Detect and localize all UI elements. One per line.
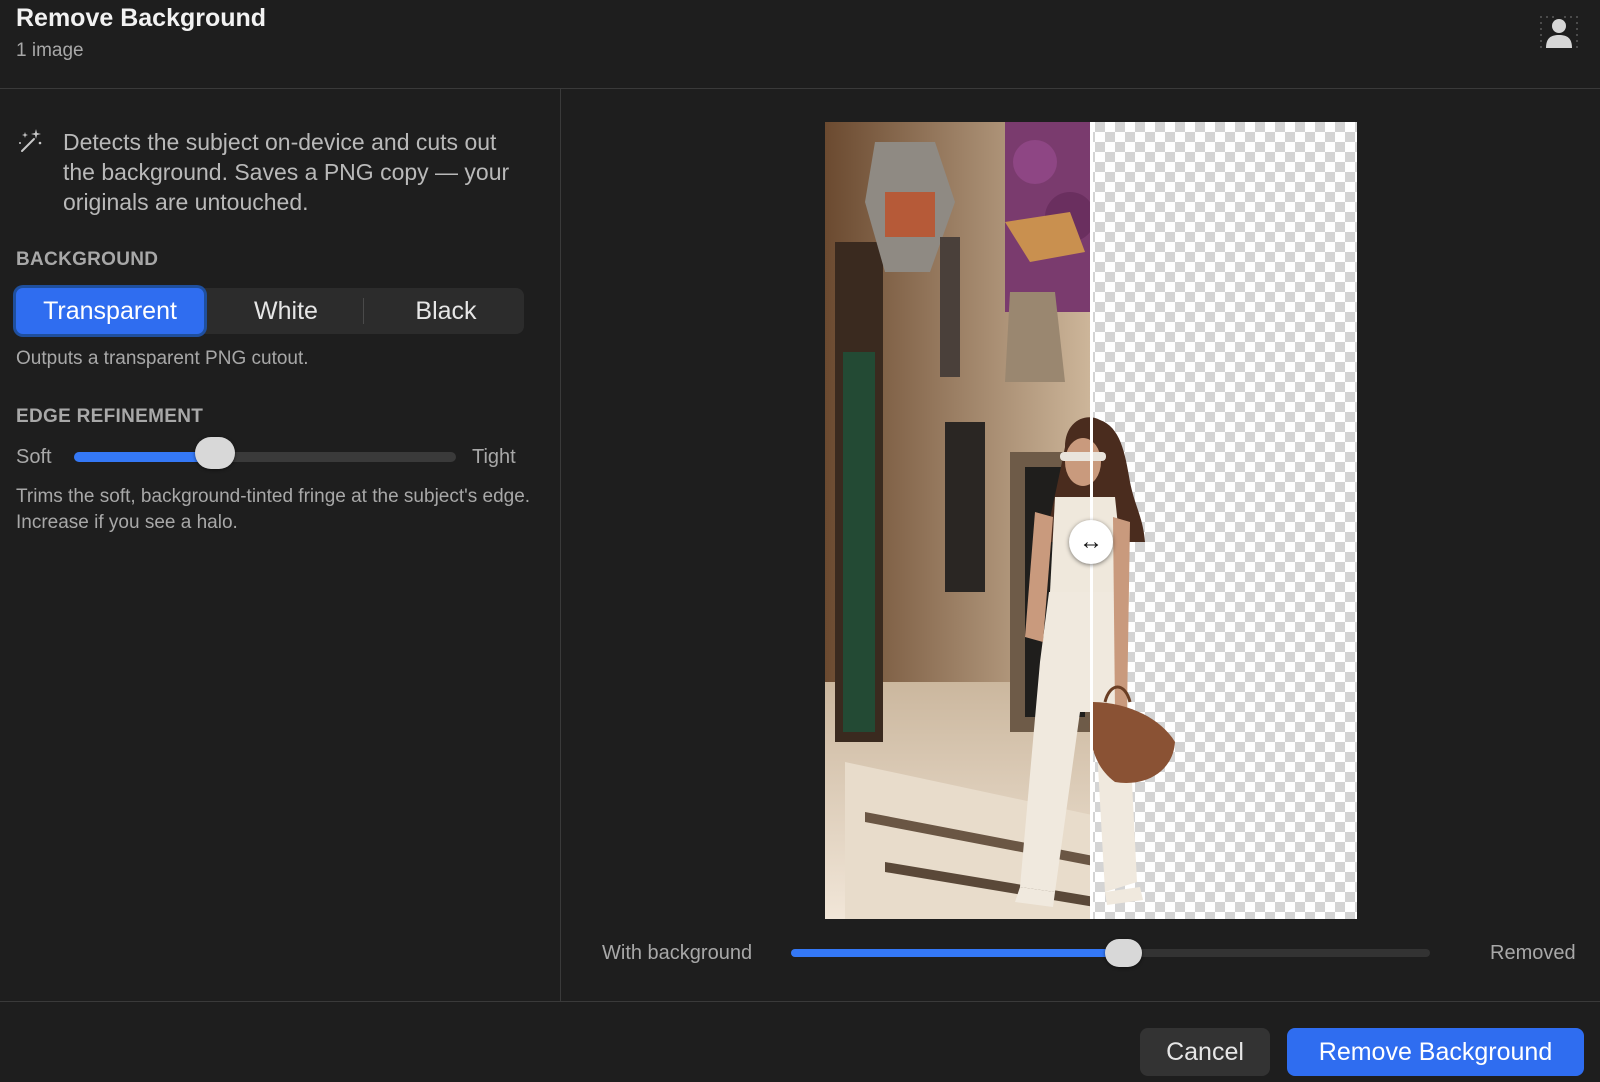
cancel-button[interactable]: Cancel — [1140, 1028, 1270, 1076]
edge-slider-min-label: Soft — [16, 446, 52, 468]
removed-label: Removed — [1490, 942, 1576, 964]
image-count: 1 image — [16, 40, 84, 61]
edge-refinement-label: EDGE REFINEMENT — [16, 406, 204, 427]
edge-refinement-track[interactable] — [74, 452, 456, 462]
person-silhouette-icon[interactable] — [1538, 14, 1580, 50]
edge-slider-max-label: Tight — [472, 446, 516, 468]
preview-area: ↔ With background Removed — [562, 89, 1600, 1001]
edge-refinement-thumb[interactable] — [195, 437, 236, 469]
background-option-black[interactable]: Black — [368, 288, 524, 334]
comparison-slider-fill — [791, 949, 1124, 957]
before-after-preview: ↔ — [825, 122, 1357, 919]
remove-background-button[interactable]: Remove Background — [1287, 1028, 1584, 1076]
edge-refinement-hint: Trims the soft, background-tinted fringe… — [16, 486, 531, 533]
settings-panel: Detects the subject on-device and cuts o… — [0, 89, 561, 1001]
feature-description: Detects the subject on-device and cuts o… — [63, 129, 510, 215]
dialog-footer: Cancel Remove Background — [0, 1001, 1600, 1082]
background-section-label: BACKGROUND — [16, 249, 159, 270]
segment-divider — [363, 298, 364, 324]
dialog-title: Remove Background — [16, 4, 267, 32]
background-option-transparent[interactable]: Transparent — [16, 288, 204, 334]
magic-wand-icon — [19, 129, 42, 152]
background-segmented-control: Transparent White Black — [16, 288, 524, 334]
edge-refinement-fill — [74, 452, 216, 462]
comparison-slider-thumb[interactable] — [1104, 939, 1142, 967]
with-background-label: With background — [602, 942, 753, 964]
background-option-white[interactable]: White — [206, 288, 366, 334]
background-hint: Outputs a transparent PNG cutout. — [16, 348, 309, 369]
dialog-header: Remove Background 1 image — [0, 0, 1600, 89]
split-handle-icon[interactable]: ↔ — [1069, 520, 1113, 564]
